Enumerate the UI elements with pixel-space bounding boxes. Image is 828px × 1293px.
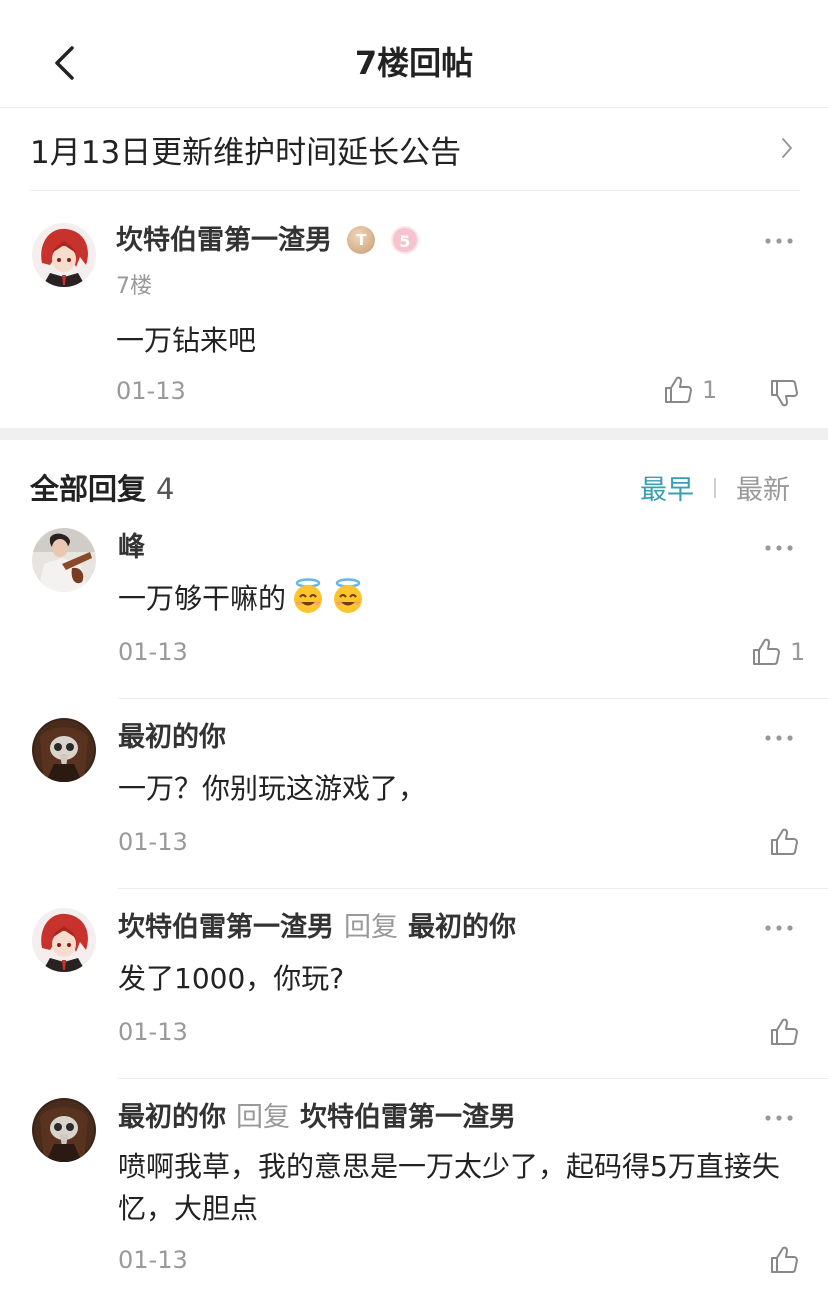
reply-item: 最初的你 一万？你别玩这游戏了， 01-13 (0, 700, 828, 890)
reply-date: 01-13 (118, 1018, 188, 1046)
reply-item: 峰 一万够干嘛的 01-13 1 (0, 510, 828, 700)
more-options-icon[interactable] (764, 924, 794, 932)
sort-divider (714, 477, 716, 498)
reply-date: 01-13 (118, 828, 188, 856)
more-options-icon[interactable] (764, 1114, 794, 1122)
post-content: 一万钻来吧 (116, 324, 257, 357)
like-button[interactable] (768, 1016, 800, 1048)
reply-target[interactable]: 最初的你 (408, 912, 516, 943)
sort-toggle: 最早 最新 (640, 468, 790, 507)
chevron-right-icon (782, 138, 792, 158)
avatar[interactable] (32, 908, 96, 972)
section-divider (0, 428, 828, 440)
like-button[interactable] (768, 1244, 800, 1276)
page-title: 7楼回帖 (354, 44, 474, 82)
like-button[interactable]: 1 (662, 374, 717, 406)
replies-count: 4 (156, 472, 175, 506)
reply-author[interactable]: 峰 (118, 532, 145, 563)
reply-date: 01-13 (118, 638, 188, 666)
reply-author-row: 坎特伯雷第一渣男 回复 最初的你 (118, 910, 516, 946)
halo-smile-emoji-icon (330, 578, 366, 614)
level-badge-icon: T (347, 225, 376, 254)
announcement-text: 1月13日更新维护时间延长公告 (30, 134, 462, 171)
like-count: 1 (702, 376, 718, 404)
post-author[interactable]: 坎特伯雷第一渣男 T 5 (116, 223, 419, 259)
reply-word: 回复 (236, 1102, 290, 1133)
reply-divider (118, 888, 828, 889)
sort-earliest-button[interactable]: 最早 (640, 468, 694, 507)
sort-latest-button[interactable]: 最新 (736, 468, 790, 507)
reply-text: 一万够干嘛的 (118, 582, 287, 615)
avatar[interactable] (32, 223, 96, 287)
floor-number: 7楼 (116, 274, 152, 299)
reply-author-row: 最初的你 (118, 720, 226, 756)
avatar[interactable] (32, 718, 96, 782)
reply-author[interactable]: 最初的你 (118, 722, 226, 753)
thumb-up-icon (662, 374, 694, 406)
replies-title-text: 全部回复 (30, 472, 147, 506)
thumb-up-icon (768, 1244, 800, 1276)
reply-item: 坎特伯雷第一渣男 回复 最初的你 发了1000，你玩? 01-13 (0, 890, 828, 1080)
rank-badge-icon: 5 (390, 225, 419, 254)
reply-date: 01-13 (118, 1246, 188, 1274)
like-button[interactable] (768, 826, 800, 858)
more-options-icon[interactable] (764, 237, 794, 245)
reply-text: 发了1000，你玩? (118, 962, 345, 995)
reply-author-row: 最初的你 回复 坎特伯雷第一渣男 (118, 1100, 516, 1136)
reply-author-row: 峰 (118, 530, 145, 566)
reply-content: 一万够干嘛的 (118, 578, 798, 620)
reply-text: 一万？你别玩这游戏了， (118, 772, 427, 805)
like-button[interactable]: 1 (750, 636, 805, 668)
reply-divider (118, 1078, 828, 1079)
like-count: 1 (790, 638, 806, 666)
replies-header: 全部回复 4 最早 最新 (30, 462, 800, 508)
thumb-down-icon (768, 377, 800, 409)
avatar[interactable] (32, 528, 96, 592)
thumb-up-icon (768, 826, 800, 858)
author-name: 坎特伯雷第一渣男 (116, 225, 332, 256)
floor-post: 坎特伯雷第一渣男 T 5 7楼 一万钻来吧 01-13 1 (0, 191, 828, 428)
halo-smile-emoji-icon (290, 578, 326, 614)
reply-item: 最初的你 回复 坎特伯雷第一渣男 喷啊我草，我的意思是一万太少了，起码得5万直接失忆… (0, 1080, 828, 1293)
reply-word: 回复 (344, 912, 398, 943)
app-header: 7楼回帖 (0, 0, 828, 108)
reply-text: 喷啊我草，我的意思是一万太少了，起码得5万直接失忆，大胆点 (118, 1150, 780, 1225)
reply-divider (118, 698, 828, 699)
replies-title: 全部回复 4 (30, 466, 174, 508)
more-options-icon[interactable] (764, 734, 794, 742)
dislike-button[interactable] (768, 377, 800, 409)
reply-author[interactable]: 坎特伯雷第一渣男 (118, 912, 334, 943)
more-options-icon[interactable] (764, 544, 794, 552)
reply-author[interactable]: 最初的你 (118, 1102, 226, 1133)
thumb-up-icon (750, 636, 782, 668)
reply-target[interactable]: 坎特伯雷第一渣男 (300, 1102, 516, 1133)
announcement-banner[interactable]: 1月13日更新维护时间延长公告 (30, 108, 800, 191)
thumb-up-icon (768, 1016, 800, 1048)
post-date: 01-13 (116, 377, 186, 405)
avatar[interactable] (32, 1098, 96, 1162)
